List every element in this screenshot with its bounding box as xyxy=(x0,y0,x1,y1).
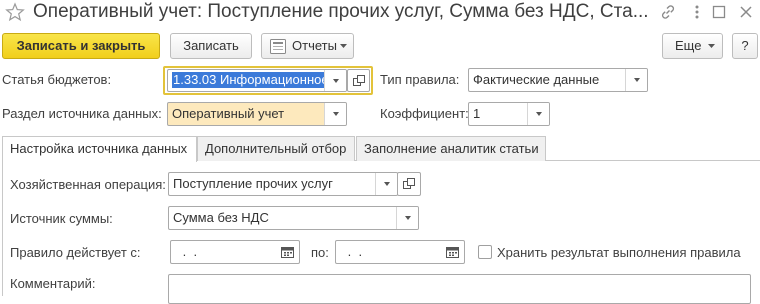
rule-from-label: Правило действует с: xyxy=(10,245,141,260)
reports-icon xyxy=(270,39,286,54)
data-source-section-field[interactable]: Оперативный учет xyxy=(167,102,347,126)
save-button[interactable]: Записать xyxy=(170,33,252,59)
save-and-close-button[interactable]: Записать и закрыть xyxy=(2,33,160,59)
chevron-down-icon xyxy=(340,44,347,48)
budget-item-dropdown[interactable] xyxy=(324,70,346,91)
more-button[interactable]: Еще xyxy=(662,33,723,59)
more-actions-icon[interactable] xyxy=(689,4,705,20)
keep-result-checkbox[interactable] xyxy=(478,245,492,259)
keep-result-label: Хранить результат выполнения правила xyxy=(497,245,741,260)
rule-from-value: . . xyxy=(179,244,198,259)
rule-type-value: Фактические данные xyxy=(473,72,600,87)
panel-left-border xyxy=(2,160,3,296)
coefficient-field[interactable]: 1 xyxy=(468,102,550,126)
data-source-section-label: Раздел источника данных: xyxy=(2,106,162,121)
tab-analytics-filling[interactable]: Заполнение аналитик статьи xyxy=(356,136,546,161)
budget-item-label: Статья бюджетов: xyxy=(2,72,112,87)
amount-source-value: Сумма без НДС xyxy=(173,210,269,225)
operation-open-button[interactable] xyxy=(397,172,421,196)
window-title: Оперативный учет: Поступление прочих усл… xyxy=(33,1,649,22)
budget-item-field[interactable]: 1.33.03 Информационное xyxy=(167,69,347,92)
rule-to-value: . . xyxy=(344,244,363,259)
link-icon[interactable] xyxy=(660,4,676,20)
coefficient-label: Коэффициент: xyxy=(380,106,469,121)
rule-type-field[interactable]: Фактические данные xyxy=(468,68,648,92)
rule-to-label: по: xyxy=(311,245,329,260)
rule-from-field[interactable]: . . xyxy=(170,240,300,264)
coefficient-value: 1 xyxy=(473,106,481,121)
maximize-icon[interactable] xyxy=(711,4,727,20)
rule-type-dropdown[interactable] xyxy=(625,69,647,91)
rule-to-field[interactable]: . . xyxy=(335,240,465,264)
operation-dropdown[interactable] xyxy=(375,173,397,195)
operation-field[interactable]: Поступление прочих услуг xyxy=(168,172,398,196)
more-label: Еще xyxy=(675,38,702,53)
comment-label: Комментарий: xyxy=(10,276,96,291)
operation-value: Поступление прочих услуг xyxy=(173,176,333,191)
open-icon xyxy=(403,178,415,189)
data-source-section-dropdown[interactable] xyxy=(324,103,346,125)
comment-field[interactable] xyxy=(168,274,751,304)
rule-type-label: Тип правила: xyxy=(380,72,460,87)
favorite-star-icon[interactable] xyxy=(5,2,25,22)
open-icon xyxy=(353,75,365,86)
chevron-down-icon xyxy=(708,44,715,48)
data-source-section-value: Оперативный учет xyxy=(172,106,285,121)
close-icon[interactable] xyxy=(738,4,754,20)
calendar-icon[interactable] xyxy=(446,246,459,258)
amount-source-label: Источник суммы: xyxy=(10,211,113,226)
tab-additional-filter[interactable]: Дополнительный отбор xyxy=(197,136,355,161)
operation-label: Хозяйственная операция: xyxy=(10,177,166,192)
help-button[interactable]: ? xyxy=(732,33,758,59)
reports-button[interactable]: Отчеты xyxy=(261,33,354,59)
budget-item-value[interactable]: 1.33.03 Информационное xyxy=(172,72,330,88)
amount-source-field[interactable]: Сумма без НДС xyxy=(168,206,419,230)
coefficient-dropdown[interactable] xyxy=(527,103,549,125)
budget-item-open-button[interactable] xyxy=(347,69,370,92)
tab-source-settings[interactable]: Настройка источника данных xyxy=(2,136,197,162)
amount-source-dropdown[interactable] xyxy=(396,207,418,229)
reports-label: Отчеты xyxy=(292,38,337,53)
calendar-icon[interactable] xyxy=(281,246,294,258)
